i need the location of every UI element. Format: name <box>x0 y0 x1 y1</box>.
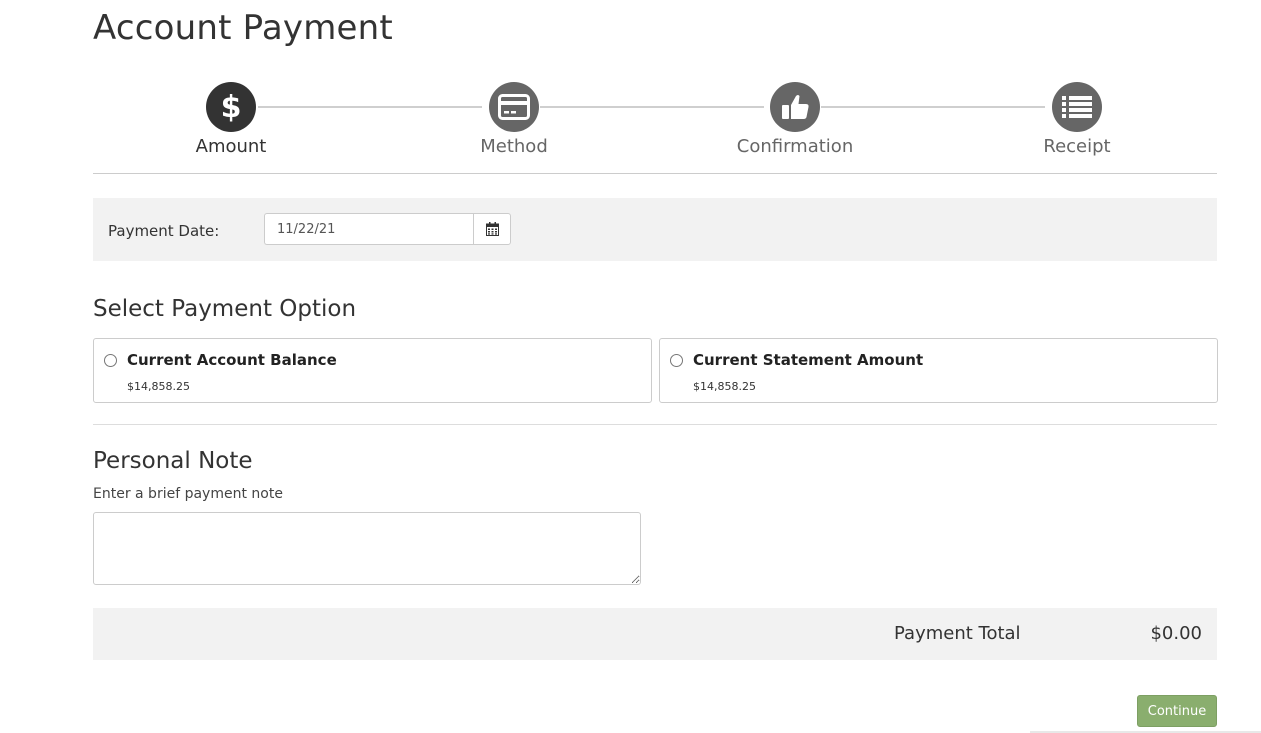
personal-note-textarea[interactable] <box>93 512 641 585</box>
step-label: Method <box>480 136 548 157</box>
payment-total-value: $0.00 <box>1150 623 1202 644</box>
step-confirmation[interactable]: Confirmation <box>715 82 875 157</box>
svg-text:$: $ <box>221 90 242 124</box>
step-label: Confirmation <box>736 136 854 157</box>
payment-option-title: Select Payment Option <box>93 296 357 322</box>
payment-total-label: Payment Total <box>894 623 1021 644</box>
step-method[interactable]: Method <box>434 82 594 157</box>
option-current-statement-amount[interactable]: Current Statement Amount $14,858.25 <box>659 338 1218 403</box>
option-amount: $14,858.25 <box>127 380 190 393</box>
list-icon <box>1052 82 1102 132</box>
step-amount[interactable]: $ Amount <box>151 82 311 157</box>
continue-button[interactable]: Continue <box>1137 695 1217 727</box>
step-label: Amount <box>195 136 267 157</box>
payment-total-section: Payment Total $0.00 <box>93 608 1217 660</box>
step-receipt[interactable]: Receipt <box>997 82 1157 157</box>
divider <box>93 173 1217 174</box>
payment-date-input[interactable] <box>264 213 473 245</box>
personal-note-title: Personal Note <box>93 448 253 474</box>
option-amount: $14,858.25 <box>693 380 756 393</box>
option-title: Current Account Balance <box>127 351 337 369</box>
calendar-icon <box>485 222 499 236</box>
payment-stepper: $ Amount Method Confirmation Receipt <box>93 82 1217 162</box>
radio-current-account-balance[interactable] <box>104 354 117 367</box>
page-title: Account Payment <box>93 8 393 48</box>
thumbs-up-icon <box>770 82 820 132</box>
personal-note-hint: Enter a brief payment note <box>93 486 283 502</box>
option-current-account-balance[interactable]: Current Account Balance $14,858.25 <box>93 338 652 403</box>
payment-date-label: Payment Date: <box>108 222 220 240</box>
radio-current-statement-amount[interactable] <box>670 354 683 367</box>
calendar-button[interactable] <box>473 213 511 245</box>
dollar-icon: $ <box>206 82 256 132</box>
divider <box>93 424 1217 425</box>
credit-card-icon <box>489 82 539 132</box>
step-label: Receipt <box>1043 136 1111 157</box>
option-title: Current Statement Amount <box>693 351 924 369</box>
payment-date-section: Payment Date: <box>93 198 1217 261</box>
